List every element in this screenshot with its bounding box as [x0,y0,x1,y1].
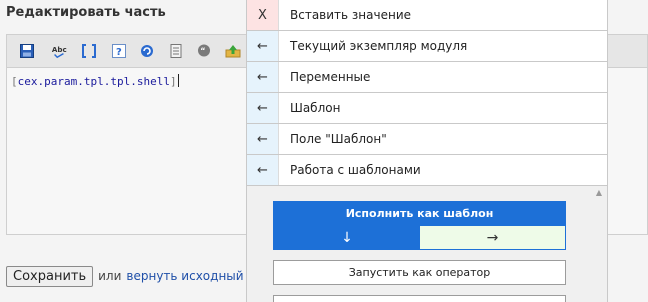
back-arrow-icon: ← [247,155,279,185]
arrow-right-icon[interactable]: → [420,226,565,249]
comment-icon[interactable]: “ [196,43,212,59]
menu-item-current-module-instance[interactable]: ← Текущий экземпляр модуля [247,31,607,62]
menu-item-insert-value[interactable]: X Вставить значение [247,0,607,31]
arrow-down-icon[interactable]: ↓ [274,226,420,249]
text-cursor [177,74,179,87]
spellcheck-icon[interactable]: Abc [51,43,67,59]
back-arrow-icon: ← [247,93,279,123]
save-icon[interactable] [19,43,35,59]
back-arrow-icon: ← [247,62,279,92]
svg-text:“: “ [200,47,205,56]
brackets-icon[interactable] [81,43,97,59]
next-option-button[interactable] [273,295,566,302]
document-icon[interactable] [168,43,184,59]
arrow-toggle: ↓ → [273,226,566,250]
svg-text:?: ? [116,47,122,58]
help-icon[interactable]: ? [111,43,127,59]
menu-item-template[interactable]: ← Шаблон [247,93,607,124]
template-code: [cex.param.tpl.tpl.shell] [11,74,179,88]
menu-item-label: Работа с шаблонами [290,163,421,177]
menu-item-label: Шаблон [290,101,341,115]
page-title: Редактировать часть [6,5,166,20]
execute-as-template-button[interactable]: Исполнить как шаблон [273,201,566,226]
back-arrow-icon: ← [247,31,279,61]
upload-icon[interactable] [225,43,241,59]
menu-item-label: Вставить значение [290,8,412,22]
close-bracket: ] [169,75,177,88]
menu-item-label: Текущий экземпляр модуля [290,39,468,53]
insert-value-popup: X Вставить значение ← Текущий экземпляр … [246,0,608,302]
or-text: или [98,269,122,283]
menu-item-working-with-templates[interactable]: ← Работа с шаблонами [247,155,607,186]
template-expression: cex.param.tpl.tpl.shell [17,75,170,88]
revert-link[interactable]: вернуть исходный те [126,269,261,283]
menu-item-template-field[interactable]: ← Поле "Шаблон" [247,124,607,155]
close-icon[interactable]: X [247,0,279,30]
scroll-up-icon[interactable]: ▲ [594,188,604,198]
menu-item-variables[interactable]: ← Переменные [247,62,607,93]
menu-item-label: Переменные [290,70,371,84]
back-arrow-icon: ← [247,124,279,154]
refresh-icon[interactable] [139,43,155,59]
form-actions: Сохранить или вернуть исходный те [6,265,262,287]
open-bracket: [ [11,75,18,88]
menu-item-label: Поле "Шаблон" [290,132,387,146]
run-as-operator-button[interactable]: Запустить как оператор [273,260,566,285]
svg-text:Abc: Abc [52,45,67,54]
save-button[interactable]: Сохранить [6,265,94,287]
